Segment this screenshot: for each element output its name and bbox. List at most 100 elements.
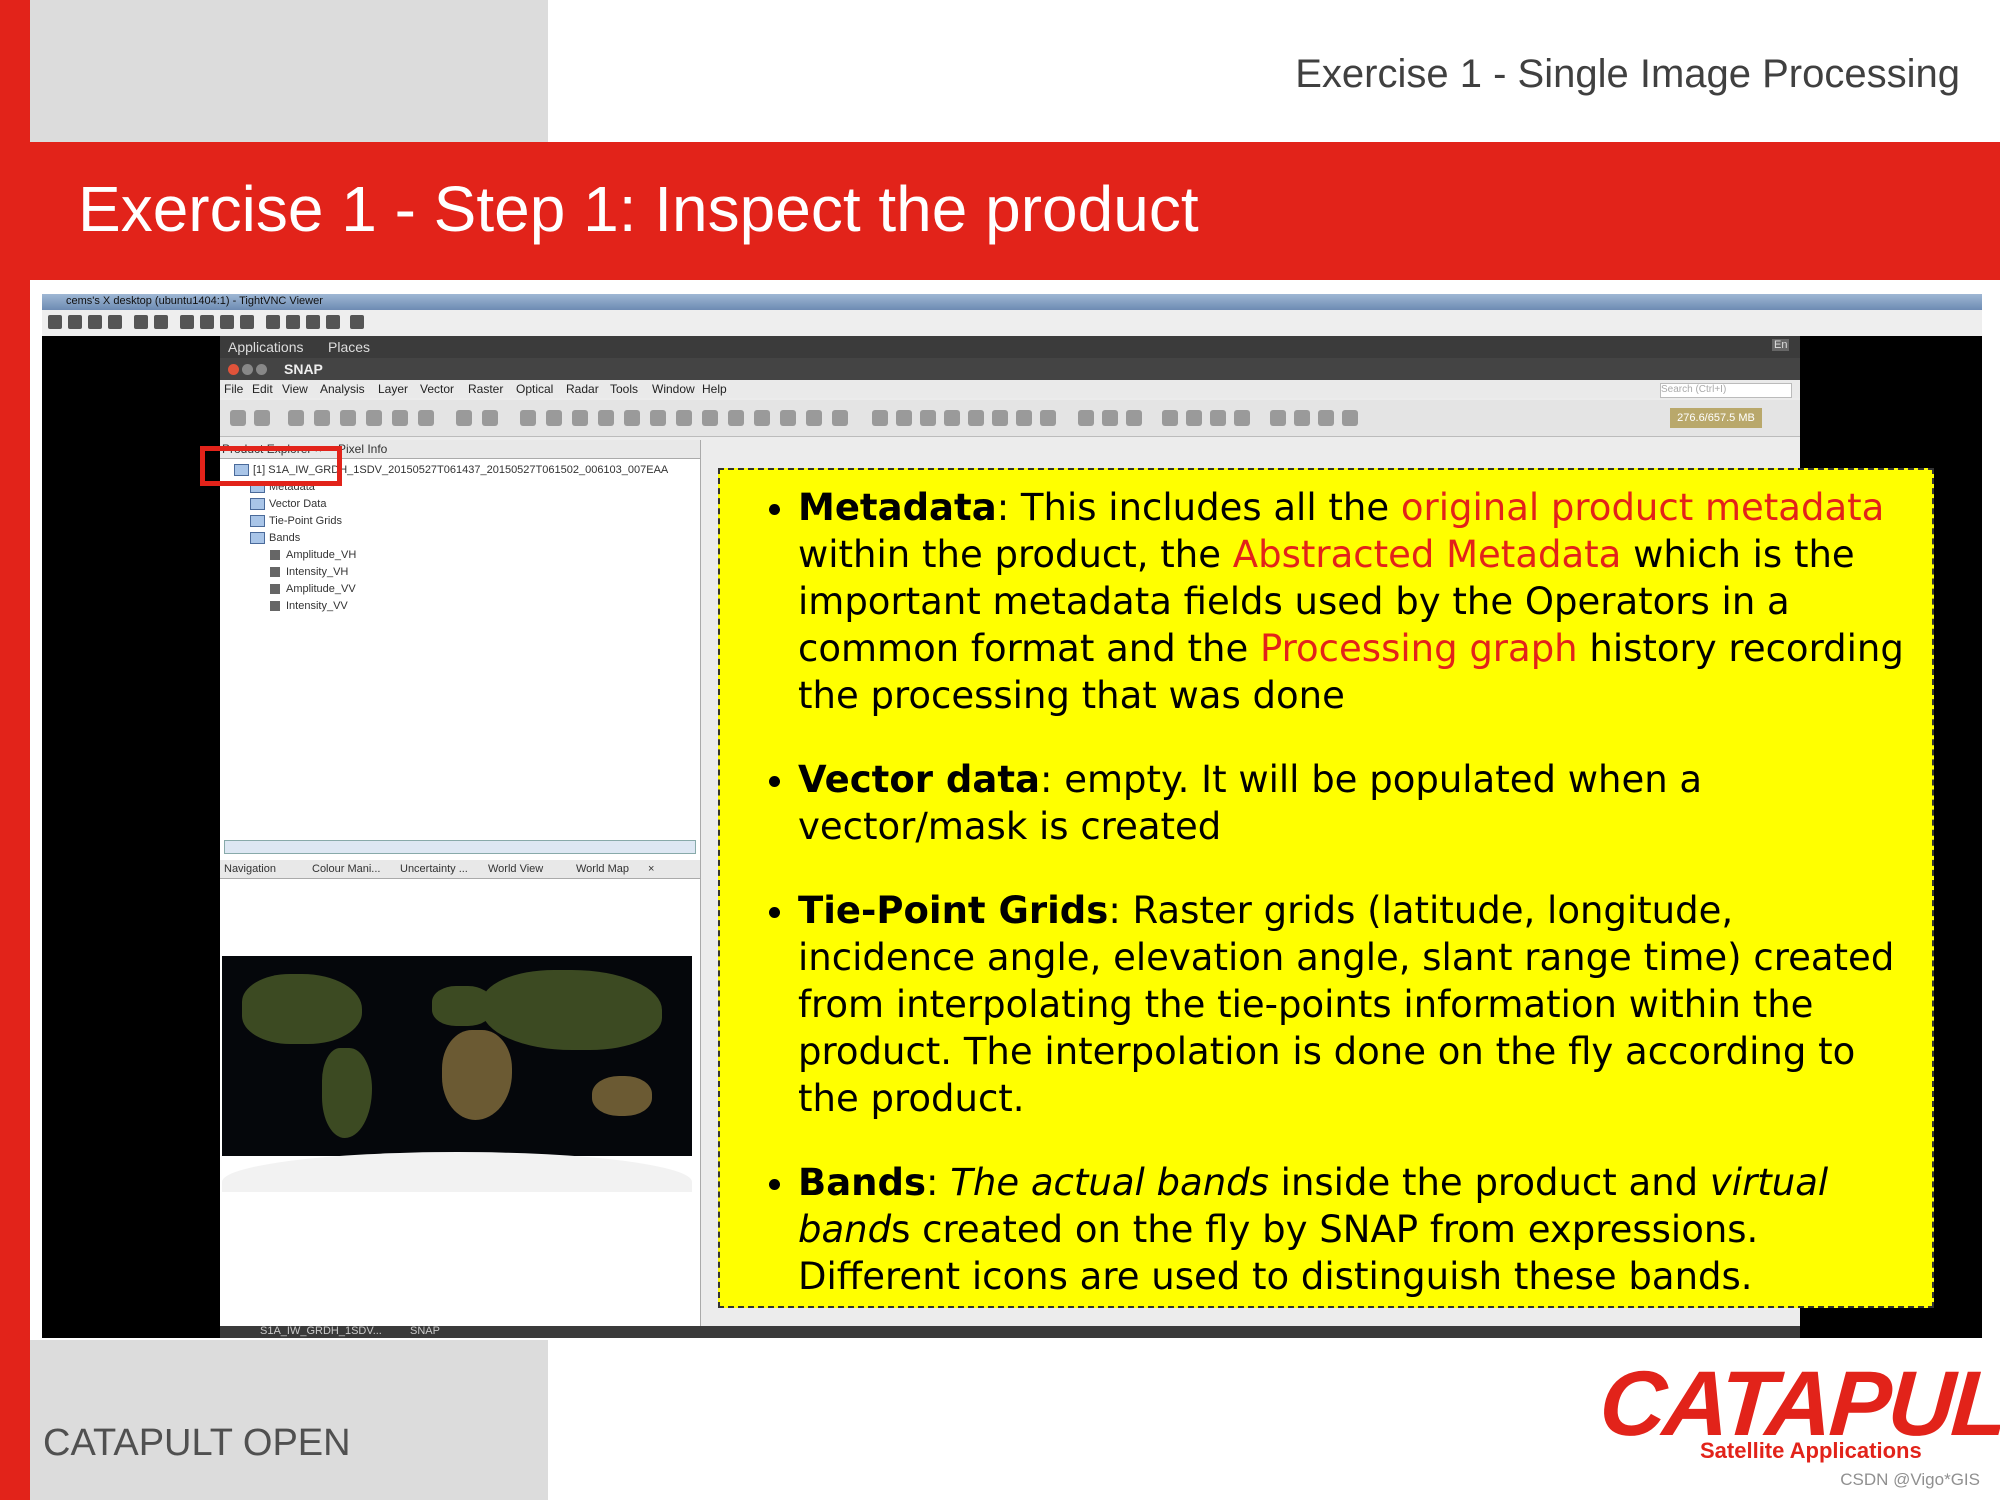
vnc-tool-icon[interactable] bbox=[180, 315, 194, 329]
toolbar-icon[interactable] bbox=[1016, 410, 1032, 426]
batch-processing-icon[interactable] bbox=[482, 410, 498, 426]
toolbar-icon[interactable] bbox=[754, 410, 770, 426]
menu-view[interactable]: View bbox=[282, 382, 308, 396]
toolbar-icon[interactable] bbox=[650, 410, 666, 426]
refresh-icon[interactable] bbox=[154, 315, 168, 329]
menu-help[interactable]: Help bbox=[702, 382, 727, 396]
places-menu[interactable]: Places bbox=[328, 339, 370, 355]
folder-icon bbox=[250, 515, 265, 528]
toolbar-icon[interactable] bbox=[288, 410, 304, 426]
menu-layer[interactable]: Layer bbox=[378, 382, 408, 396]
close-icon[interactable]: × bbox=[648, 863, 654, 875]
tab-uncertainty[interactable]: Uncertainty ... bbox=[400, 863, 468, 875]
toolbar-icon[interactable] bbox=[1102, 410, 1118, 426]
fullscreen-icon[interactable] bbox=[350, 315, 364, 329]
zoom-icon[interactable] bbox=[306, 315, 320, 329]
tab-navigation[interactable]: Navigation bbox=[224, 863, 276, 875]
tab-colour-manipulation[interactable]: Colour Mani... bbox=[312, 863, 380, 875]
toolbar-icon[interactable] bbox=[1294, 410, 1310, 426]
toolbar-icon[interactable] bbox=[872, 410, 888, 426]
tree-bands[interactable]: Bands bbox=[234, 530, 668, 547]
toolbar-icon[interactable] bbox=[392, 410, 408, 426]
toolbar-icon[interactable] bbox=[624, 410, 640, 426]
layout-icon[interactable] bbox=[1186, 410, 1202, 426]
term-metadata: Metadata bbox=[798, 486, 997, 529]
vnc-tool-icon[interactable] bbox=[108, 315, 122, 329]
horizontal-scrollbar[interactable] bbox=[224, 840, 696, 854]
minimize-window-icon[interactable] bbox=[242, 364, 253, 375]
layout-icon[interactable] bbox=[1234, 410, 1250, 426]
toolbar-icon[interactable] bbox=[992, 410, 1008, 426]
toolbar-icon[interactable] bbox=[702, 410, 718, 426]
zoom-out-icon[interactable] bbox=[286, 315, 300, 329]
toolbar-icon[interactable] bbox=[598, 410, 614, 426]
toolbar-icon[interactable] bbox=[1318, 410, 1334, 426]
toolbar-icon[interactable] bbox=[1126, 410, 1142, 426]
tree-band-item[interactable]: Amplitude_VV bbox=[234, 581, 668, 598]
toolbar-icon[interactable] bbox=[1270, 410, 1286, 426]
highlight-text: Abstracted Metadata bbox=[1232, 533, 1622, 576]
globe-icon[interactable] bbox=[1040, 410, 1056, 426]
tree-band-item[interactable]: Amplitude_VH bbox=[234, 547, 668, 564]
applications-menu[interactable]: Applications bbox=[228, 339, 304, 355]
menu-window[interactable]: Window bbox=[652, 382, 695, 396]
tab-world-map[interactable]: World Map bbox=[576, 863, 629, 875]
vnc-tool-icon[interactable] bbox=[68, 315, 82, 329]
vnc-tool-icon[interactable] bbox=[200, 315, 214, 329]
slide-title: Exercise 1 - Step 1: Inspect the product bbox=[78, 173, 1199, 245]
toolbar-icon[interactable] bbox=[314, 410, 330, 426]
ctrl-key-icon[interactable] bbox=[220, 315, 234, 329]
zoom-fit-icon[interactable] bbox=[326, 315, 340, 329]
toolbar-icon[interactable] bbox=[366, 410, 382, 426]
toolbar-icon[interactable] bbox=[920, 410, 936, 426]
alt-key-icon[interactable] bbox=[240, 315, 254, 329]
toolbar-icon[interactable] bbox=[780, 410, 796, 426]
menu-vector[interactable]: Vector bbox=[420, 382, 454, 396]
menu-optical[interactable]: Optical bbox=[516, 382, 553, 396]
maximize-window-icon[interactable] bbox=[256, 364, 267, 375]
tree-tie-point-grids[interactable]: Tie-Point Grids bbox=[234, 513, 668, 530]
tree-vector-data[interactable]: Vector Data bbox=[234, 496, 668, 513]
menu-tools[interactable]: Tools bbox=[610, 382, 638, 396]
toolbar-icon[interactable] bbox=[230, 410, 246, 426]
menu-file[interactable]: File bbox=[224, 382, 243, 396]
toolbar-icon[interactable] bbox=[832, 410, 848, 426]
menu-radar[interactable]: Radar bbox=[566, 382, 599, 396]
tree-band-item[interactable]: Intensity_VH bbox=[234, 564, 668, 581]
taskbar-snap[interactable]: SNAP bbox=[410, 1325, 440, 1337]
toolbar-icon[interactable] bbox=[340, 410, 356, 426]
toolbar-icon[interactable] bbox=[418, 410, 434, 426]
world-map-view[interactable] bbox=[222, 956, 692, 1192]
toolbar-icon[interactable] bbox=[728, 410, 744, 426]
layout-icon[interactable] bbox=[1162, 410, 1178, 426]
toolbar-icon[interactable] bbox=[676, 410, 692, 426]
search-input[interactable]: Search (Ctrl+I) bbox=[1660, 383, 1792, 398]
taskbar-product[interactable]: S1A_IW_GRDH_1SDV... bbox=[260, 1325, 382, 1337]
vnc-tool-icon[interactable] bbox=[88, 315, 102, 329]
toolbar-icon[interactable] bbox=[1342, 410, 1358, 426]
vnc-tool-icon[interactable] bbox=[48, 315, 62, 329]
toolbar-icon[interactable] bbox=[520, 410, 536, 426]
tab-world-view[interactable]: World View bbox=[488, 863, 543, 875]
language-indicator[interactable]: En bbox=[1772, 339, 1790, 351]
memory-indicator[interactable]: 276.6/657.5 MB bbox=[1670, 408, 1762, 428]
menu-analysis[interactable]: Analysis bbox=[320, 382, 365, 396]
menu-raster[interactable]: Raster bbox=[468, 382, 503, 396]
zoom-in-icon[interactable] bbox=[266, 315, 280, 329]
close-window-icon[interactable] bbox=[228, 364, 239, 375]
toolbar-icon[interactable] bbox=[968, 410, 984, 426]
toolbar-icon[interactable] bbox=[1078, 410, 1094, 426]
tree-band-item[interactable]: Intensity_VV bbox=[234, 598, 668, 615]
toolbar-icon[interactable] bbox=[546, 410, 562, 426]
toolbar-icon[interactable] bbox=[896, 410, 912, 426]
toolbar-icon[interactable] bbox=[806, 410, 822, 426]
tab-pixel-info[interactable]: Pixel Info bbox=[338, 442, 387, 456]
toolbar-icon[interactable] bbox=[254, 410, 270, 426]
toolbar-icon[interactable] bbox=[944, 410, 960, 426]
graph-builder-icon[interactable] bbox=[456, 410, 472, 426]
explanation-callout: Metadata: This includes all the original… bbox=[718, 468, 1934, 1308]
toolbar-icon[interactable] bbox=[572, 410, 588, 426]
layout-icon[interactable] bbox=[1210, 410, 1226, 426]
pause-icon[interactable] bbox=[134, 315, 148, 329]
menu-edit[interactable]: Edit bbox=[252, 382, 273, 396]
